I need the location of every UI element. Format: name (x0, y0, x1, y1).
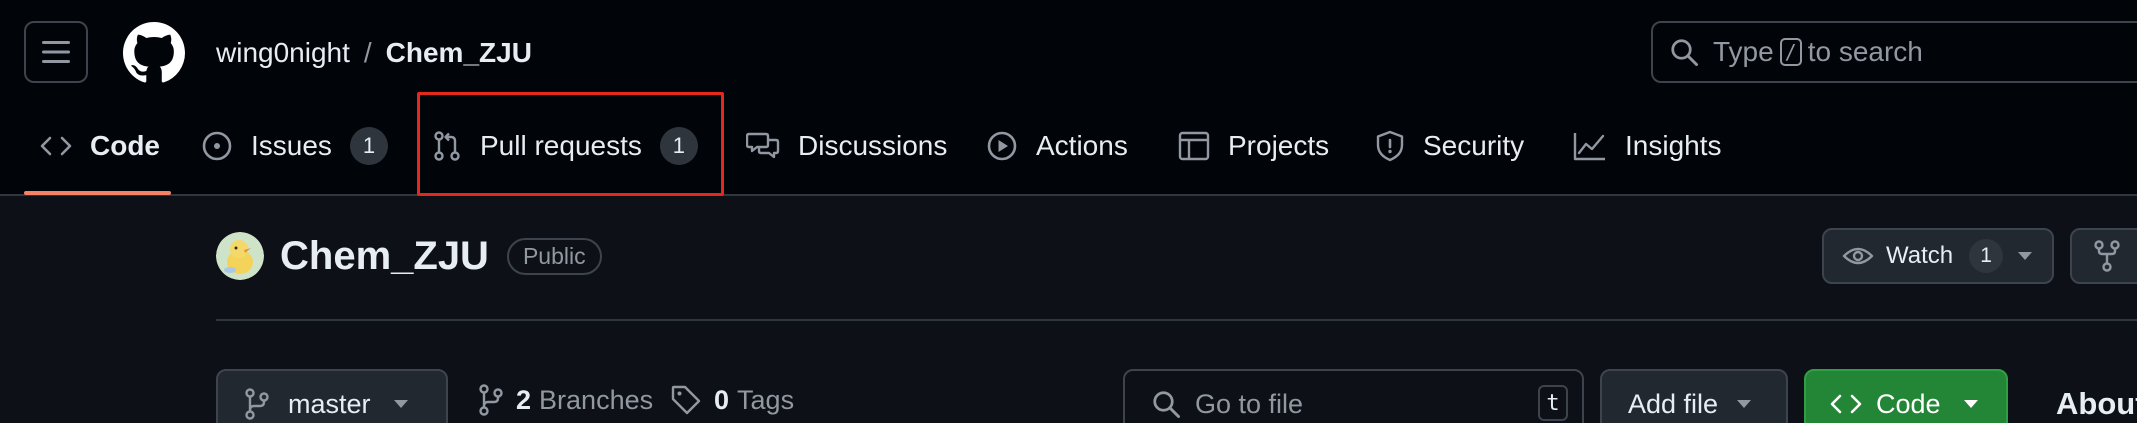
branch-name: master (288, 388, 371, 419)
owner-link[interactable]: wing0night (216, 37, 350, 68)
search-prefix: Type (1713, 36, 1774, 67)
branches-count: 2 (516, 384, 532, 415)
tab-projects[interactable]: Projects (1178, 97, 1329, 195)
tab-discussions-label: Discussions (798, 130, 948, 161)
tab-discussions[interactable]: Discussions (746, 97, 947, 195)
issue-icon (202, 131, 232, 161)
shield-icon (1376, 130, 1404, 162)
tab-actions-label: Actions (1036, 130, 1128, 161)
tab-security[interactable]: Security (1375, 97, 1524, 195)
search-icon (1153, 391, 1180, 418)
repo-title[interactable]: Chem_ZJU (280, 234, 489, 279)
tab-code[interactable]: Code (24, 97, 171, 195)
repo-header: Chem_ZJU Public (216, 232, 602, 280)
code-icon (1830, 394, 1862, 414)
chevron-down-icon (1963, 400, 1978, 408)
tags-count: 0 (714, 384, 730, 415)
add-file-label: Add file (1628, 388, 1719, 419)
branch-icon (245, 388, 269, 420)
fork-icon (2094, 240, 2120, 272)
search-input[interactable]: Type / to search (1651, 21, 2137, 83)
github-logo-icon[interactable] (123, 22, 185, 84)
about-heading: About (2056, 386, 2137, 421)
code-button[interactable]: Code (1804, 369, 2008, 423)
tab-projects-label: Projects (1228, 130, 1330, 161)
tab-actions[interactable]: Actions (986, 97, 1128, 195)
visibility-badge: Public (506, 237, 602, 275)
watch-button[interactable]: Watch 1 (1822, 228, 2054, 284)
graph-icon (1573, 133, 1605, 161)
hamburger-icon (42, 41, 70, 63)
branch-icon (479, 384, 503, 416)
search-placeholder: Type / to search (1713, 36, 1923, 68)
repo-main: Chem_ZJU Public Watch 1 master 2 Branche… (0, 196, 2137, 423)
add-file-button[interactable]: Add file (1600, 369, 1788, 423)
branches-link[interactable]: 2 Branches (478, 384, 653, 416)
watch-label: Watch (1886, 242, 1954, 269)
search-shortcut-key: / (1779, 38, 1802, 66)
search-suffix: to search (1807, 36, 1923, 67)
code-button-label: Code (1876, 388, 1941, 419)
code-icon (40, 136, 72, 156)
play-icon (987, 131, 1017, 161)
chevron-down-icon (2018, 252, 2033, 260)
tags-label: Tags (737, 384, 795, 415)
owner-avatar[interactable] (216, 232, 264, 280)
eye-icon (1842, 247, 1874, 265)
tab-security-label: Security (1423, 130, 1525, 161)
chevron-down-icon (1737, 400, 1752, 408)
watch-count: 1 (1969, 239, 2004, 273)
repo-link[interactable]: Chem_ZJU (386, 37, 532, 68)
discussions-icon (746, 132, 780, 159)
tab-insights-label: Insights (1625, 130, 1722, 161)
tab-issues-label: Issues (251, 130, 332, 161)
branches-label: Branches (539, 384, 654, 415)
table-icon (1178, 131, 1210, 161)
tab-insights[interactable]: Insights (1573, 97, 1722, 195)
tab-code-label: Code (90, 130, 160, 161)
go-to-file-shortcut-key: t (1538, 385, 1568, 421)
go-to-file-input[interactable]: Go to file t (1123, 369, 1584, 423)
avatar-image-icon (216, 232, 264, 280)
fork-button[interactable] (2070, 228, 2137, 284)
tab-issues[interactable]: Issues 1 (201, 97, 388, 195)
issues-count-badge: 1 (349, 127, 388, 165)
breadcrumb: wing0night / Chem_ZJU (216, 34, 532, 72)
repo-tabs: Code Issues 1 Pull requests 1 Discussion… (0, 97, 2137, 196)
header-divider (216, 319, 2137, 321)
pull-requests-highlight-box (417, 92, 724, 196)
menu-button[interactable] (24, 21, 88, 83)
tags-link[interactable]: 0 Tags (670, 384, 794, 416)
branch-selector[interactable]: master (216, 369, 448, 423)
tag-icon (671, 385, 701, 415)
chevron-down-icon (393, 400, 408, 408)
go-to-file-placeholder: Go to file (1195, 388, 1304, 419)
global-header: wing0night / Chem_ZJU Type / to search Cod… (0, 0, 2137, 196)
breadcrumb-separator: / (363, 37, 372, 68)
search-icon (1671, 39, 1698, 66)
